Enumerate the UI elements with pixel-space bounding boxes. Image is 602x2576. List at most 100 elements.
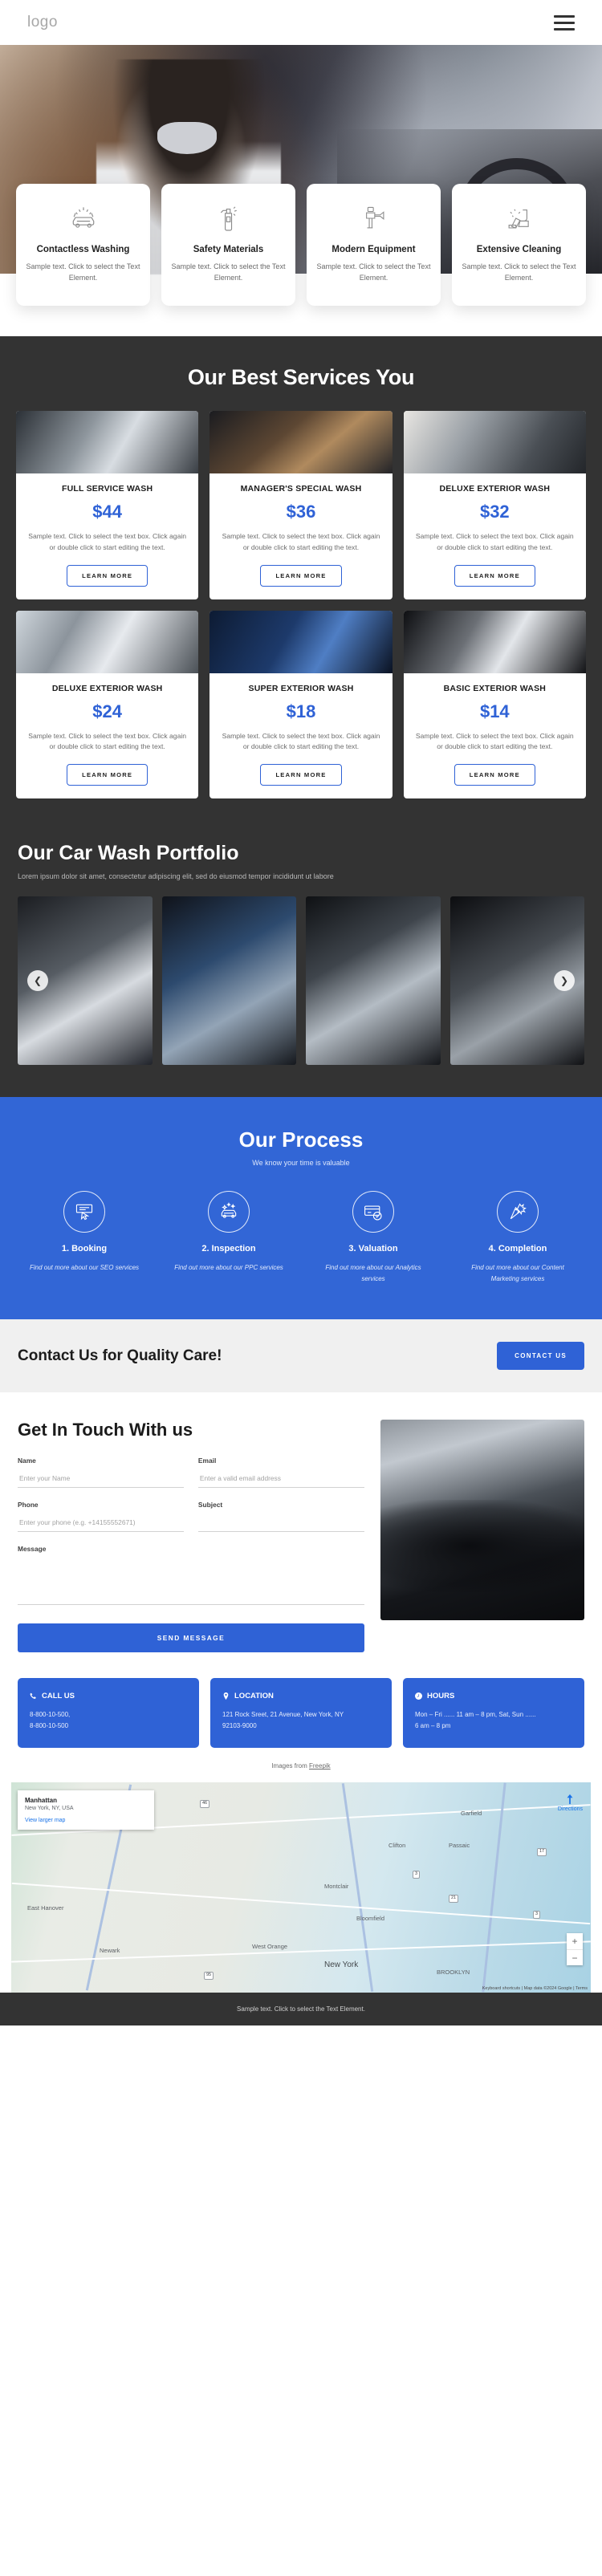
map-place-label: West Orange xyxy=(252,1943,288,1951)
site-logo[interactable]: logo xyxy=(27,14,58,31)
call-us-title: CALL US xyxy=(42,1692,75,1701)
portfolio-title: Our Car Wash Portfolio xyxy=(18,842,239,864)
map-highway xyxy=(482,1782,506,1993)
party-popper-icon xyxy=(497,1191,539,1233)
name-input[interactable] xyxy=(18,1471,184,1489)
phone-input[interactable] xyxy=(18,1515,184,1533)
service-name: MANAGER'S SPECIAL WASH xyxy=(240,484,362,494)
service-name: DELUXE EXTERIOR WASH xyxy=(439,484,551,494)
contact-us-button[interactable]: CONTACT US xyxy=(497,1342,584,1371)
service-card[interactable]: DELUXE EXTERIOR WASH $32 Sample text. Cl… xyxy=(403,411,586,599)
service-card[interactable]: FULL SERVICE WASH $44 Sample text. Click… xyxy=(16,411,199,599)
portfolio-image[interactable] xyxy=(161,896,296,1065)
map-route-shield: 21 xyxy=(449,1895,459,1903)
service-name: DELUXE EXTERIOR WASH xyxy=(51,683,163,693)
learn-more-button[interactable]: LEARN MORE xyxy=(67,764,148,786)
feature-title: Contactless Washing xyxy=(36,245,130,254)
map-card-subtitle: New York, NY, USA xyxy=(25,1806,74,1812)
process-step[interactable]: 2. Inspection Find out more about our PP… xyxy=(161,1191,297,1284)
name-field-group: Name xyxy=(18,1457,184,1489)
zoom-in-button[interactable]: + xyxy=(567,1933,583,1949)
call-us-header: CALL US xyxy=(30,1692,187,1700)
location-box[interactable]: LOCATION 121 Rock Sreet, 21 Avenue, New … xyxy=(210,1678,392,1749)
subject-field-group: Subject xyxy=(197,1501,364,1533)
map-place-label: East Hanover xyxy=(27,1904,64,1912)
directions-label: Directions xyxy=(557,1806,583,1813)
feature-card[interactable]: Modern Equipment Sample text. Click to s… xyxy=(307,184,441,306)
learn-more-button[interactable]: LEARN MORE xyxy=(454,564,535,587)
hours-box[interactable]: HOURS Mon – Fri ...... 11 am – 8 pm, Sat… xyxy=(403,1678,584,1749)
map-place-label: Clifton xyxy=(388,1842,406,1850)
send-message-button[interactable]: SEND MESSAGE xyxy=(18,1623,364,1653)
process-step[interactable]: 3. Valuation Find out more about our Ana… xyxy=(305,1191,441,1284)
service-card[interactable]: MANAGER'S SPECIAL WASH $36 Sample text. … xyxy=(209,411,393,599)
service-image xyxy=(403,610,586,673)
learn-more-button[interactable]: LEARN MORE xyxy=(260,764,342,786)
google-map[interactable]: Manhattan New York, NY, USA View larger … xyxy=(11,1782,591,1993)
freepik-link[interactable]: Freepik xyxy=(309,1762,331,1769)
email-input[interactable] xyxy=(197,1471,364,1489)
sparkle-car-icon xyxy=(208,1191,250,1233)
message-input[interactable] xyxy=(18,1558,364,1606)
call-us-box[interactable]: CALL US 8-800-10-500, 8-800-10-500 xyxy=(18,1678,199,1749)
service-description: Sample text. Click to select the text bo… xyxy=(28,532,187,551)
service-description: Sample text. Click to select the text bo… xyxy=(222,532,380,551)
location-pin-icon xyxy=(223,1692,229,1700)
learn-more-button[interactable]: LEARN MORE xyxy=(67,564,148,587)
learn-more-button[interactable]: LEARN MORE xyxy=(260,564,342,587)
portfolio-carousel: ❮ ❯ xyxy=(0,896,602,1065)
process-section: Our Process We know your time is valuabl… xyxy=(0,1097,602,1320)
call-us-line2: 8-800-10-500 xyxy=(30,1722,69,1730)
location-line1: 121 Rock Sreet, 21 Avenue, New York, NY xyxy=(222,1711,344,1719)
map-road xyxy=(11,1940,591,1963)
email-field-group: Email xyxy=(197,1457,364,1489)
car-wash-icon xyxy=(26,201,140,235)
service-card[interactable]: DELUXE EXTERIOR WASH $24 Sample text. Cl… xyxy=(16,610,199,798)
cta-title: Contact Us for Quality Care! xyxy=(18,1347,222,1364)
service-description: Sample text. Click to select the text bo… xyxy=(222,731,380,751)
service-name: SUPER EXTERIOR WASH xyxy=(248,683,354,693)
subject-input[interactable] xyxy=(197,1515,364,1533)
service-card[interactable]: BASIC EXTERIOR WASH $14 Sample text. Cli… xyxy=(403,610,586,798)
landing-page: logo Contactless Washing Sample text. Cl… xyxy=(0,0,602,2026)
process-step[interactable]: 4. Completion Find out more about our Co… xyxy=(449,1191,586,1284)
service-description: Sample text. Click to select the text bo… xyxy=(28,731,187,751)
map-zoom-controls[interactable]: + − xyxy=(567,1933,583,1966)
service-description: Sample text. Click to select the text bo… xyxy=(415,532,574,551)
process-subtitle: We know your time is valuable xyxy=(252,1159,350,1167)
map-directions-button[interactable]: Directions xyxy=(558,1794,583,1812)
learn-more-button[interactable]: LEARN MORE xyxy=(454,764,535,786)
image-credit: Images from Freepik xyxy=(0,1748,602,1782)
booking-click-icon xyxy=(63,1191,105,1233)
zoom-out-button[interactable]: − xyxy=(567,1949,583,1965)
hours-line1: Mon – Fri ...... 11 am – 8 pm, Sat, Sun … xyxy=(415,1711,536,1719)
location-header: LOCATION xyxy=(222,1692,380,1700)
feature-text: Sample text. Click to select the Text El… xyxy=(462,262,576,282)
service-name: FULL SERVICE WASH xyxy=(62,484,153,494)
feature-title: Safety Materials xyxy=(193,245,264,254)
service-image xyxy=(209,610,393,673)
feature-card[interactable]: Safety Materials Sample text. Click to s… xyxy=(161,184,295,306)
service-price: $32 xyxy=(479,502,510,522)
map-route-shield: 95 xyxy=(204,1972,214,1980)
map-place-label: Garfield xyxy=(461,1810,482,1818)
feature-card[interactable]: Extensive Cleaning Sample text. Click to… xyxy=(452,184,586,306)
map-info-card: Manhattan New York, NY, USA View larger … xyxy=(18,1790,154,1830)
service-name: BASIC EXTERIOR WASH xyxy=(443,683,547,693)
process-step[interactable]: 1. Booking Find out more about our SEO s… xyxy=(16,1191,153,1284)
footer-text: Sample text. Click to select the Text El… xyxy=(237,2005,365,2013)
map-place-label: Newark xyxy=(100,1947,120,1955)
view-larger-map-link[interactable]: View larger map xyxy=(25,1818,65,1823)
clock-icon xyxy=(415,1692,422,1700)
chevron-left-icon[interactable]: ❮ xyxy=(27,970,48,991)
portfolio-image[interactable] xyxy=(306,896,441,1065)
call-us-line1: 8-800-10-500, xyxy=(30,1711,71,1719)
map-road xyxy=(11,1883,591,1925)
hamburger-menu-icon[interactable] xyxy=(554,14,575,30)
service-description: Sample text. Click to select the text bo… xyxy=(415,731,574,751)
service-price: $44 xyxy=(92,502,123,522)
service-price: $36 xyxy=(286,502,316,522)
service-card[interactable]: SUPER EXTERIOR WASH $18 Sample text. Cli… xyxy=(209,610,393,798)
feature-card[interactable]: Contactless Washing Sample text. Click t… xyxy=(16,184,150,306)
chevron-right-icon[interactable]: ❯ xyxy=(554,970,575,991)
